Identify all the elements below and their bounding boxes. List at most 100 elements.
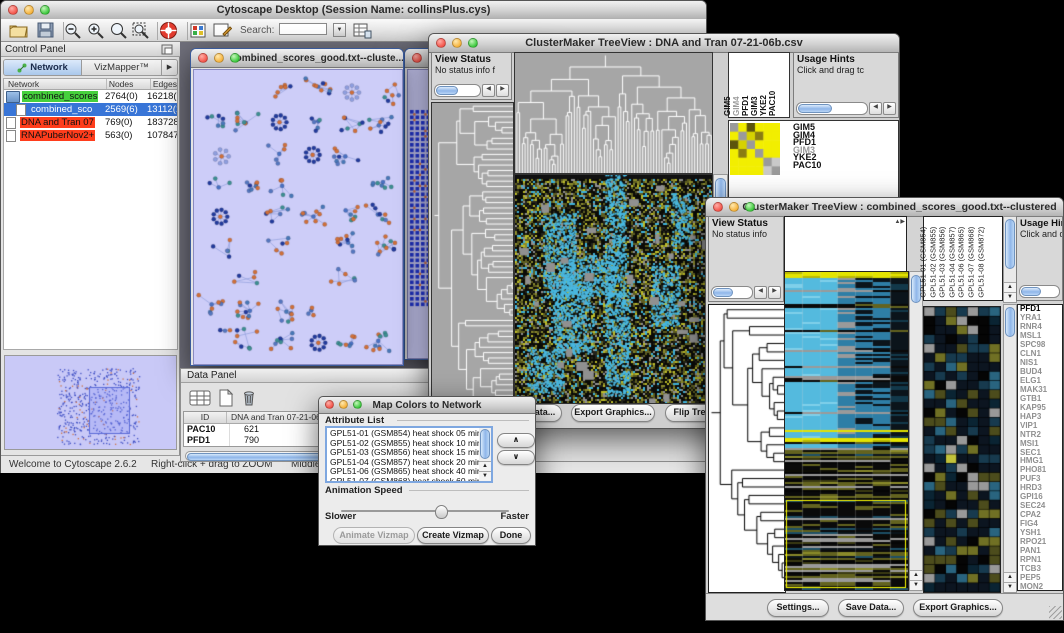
help-lifering-icon[interactable] bbox=[159, 21, 178, 40]
zoom-fit-icon[interactable] bbox=[132, 22, 150, 39]
attribute-select-icon[interactable] bbox=[189, 389, 211, 407]
tv2-genes-vscroll-thumb[interactable] bbox=[1005, 307, 1015, 337]
minimize-button[interactable] bbox=[339, 400, 348, 409]
scroll-left-icon[interactable]: ◀ bbox=[482, 84, 495, 97]
network-a-title-bar[interactable]: combined_scores_good.txt--cluste... bbox=[191, 49, 403, 68]
minimize-button[interactable] bbox=[452, 38, 462, 48]
zoom-button[interactable] bbox=[468, 38, 478, 48]
close-button[interactable] bbox=[8, 5, 18, 15]
tv1-hints-scrollbar[interactable]: ◀ ▶ bbox=[796, 102, 896, 115]
close-button[interactable] bbox=[198, 53, 208, 63]
column-label[interactable]: PAC10 bbox=[776, 52, 785, 116]
table-import-icon[interactable] bbox=[353, 22, 372, 39]
tv2-hints-scrollbar[interactable] bbox=[1019, 285, 1060, 298]
tv1-zoom-matrix-canvas[interactable] bbox=[730, 123, 780, 175]
tv2-save-data-button[interactable]: Save Data... bbox=[838, 599, 904, 617]
scroll-up-icon[interactable]: ▲ bbox=[1004, 282, 1016, 292]
animate-vizmap-button[interactable]: Animate Vizmap bbox=[333, 527, 415, 544]
tv1-column-dendrogram-canvas[interactable] bbox=[514, 52, 713, 174]
col-edges[interactable]: Edges bbox=[151, 79, 177, 89]
new-attribute-icon[interactable] bbox=[217, 389, 235, 407]
delete-attribute-icon[interactable] bbox=[241, 389, 257, 407]
tv2-global-heatmap-canvas[interactable] bbox=[784, 271, 909, 591]
tv2-settings-button[interactable]: Settings... bbox=[767, 599, 829, 617]
scroll-up-icon[interactable]: ▲ bbox=[479, 461, 491, 471]
zoom-button[interactable] bbox=[40, 5, 50, 15]
vizmapper-palette-icon[interactable] bbox=[190, 23, 206, 38]
float-panel-icon[interactable] bbox=[161, 44, 173, 55]
search-input[interactable] bbox=[279, 23, 327, 35]
treeview1-title-bar[interactable]: ClusterMaker TreeView : DNA and Tran 07-… bbox=[429, 34, 899, 53]
close-button[interactable] bbox=[713, 202, 723, 212]
minimize-button[interactable] bbox=[24, 5, 34, 15]
tv2-labels-vscroll-thumb[interactable] bbox=[1005, 219, 1015, 269]
open-file-icon[interactable] bbox=[9, 22, 28, 38]
minimize-button[interactable] bbox=[729, 202, 739, 212]
tv2-heatmap-vscrollbar[interactable]: ▲▼ bbox=[909, 271, 923, 591]
col-network[interactable]: Network bbox=[4, 79, 107, 89]
dialog-title-bar[interactable]: Map Colors to Network bbox=[319, 397, 535, 414]
scroll-right-icon[interactable]: ▶ bbox=[883, 102, 896, 115]
annotation-icon[interactable] bbox=[213, 22, 232, 39]
done-button[interactable]: Done bbox=[491, 527, 531, 544]
scroll-right-icon[interactable]: ▶ bbox=[768, 286, 781, 299]
search-dropdown-button[interactable]: ▼ bbox=[333, 23, 346, 37]
tab-overflow-arrow[interactable]: ▶ bbox=[161, 60, 177, 75]
move-up-button[interactable]: ∧ bbox=[497, 433, 535, 448]
close-button[interactable] bbox=[436, 38, 446, 48]
slider-thumb[interactable] bbox=[435, 505, 448, 519]
tab-network[interactable]: Network bbox=[4, 60, 82, 75]
scroll-left-icon[interactable]: ◀ bbox=[869, 102, 882, 115]
column-label[interactable]: GPL51-08 (GSM872) bbox=[985, 216, 995, 298]
scroll-left-icon[interactable]: ◀ bbox=[754, 286, 767, 299]
zoom-button[interactable] bbox=[745, 202, 755, 212]
gene-label[interactable]: MON2 bbox=[1020, 583, 1062, 591]
network-tree-row[interactable]: combined_sco 2569(6) 13112(15) bbox=[4, 103, 177, 116]
treeview2-title-bar[interactable]: ClusterMaker TreeView : combined_scores_… bbox=[706, 198, 1063, 217]
move-down-button[interactable]: ∨ bbox=[497, 450, 535, 465]
attribute-listbox[interactable]: GPL51-01 (GSM854) heat shock 05 minGPL51… bbox=[325, 426, 493, 483]
zoom-out-icon[interactable] bbox=[64, 22, 82, 39]
tv2-status-scrollbar[interactable]: ◀ ▶ bbox=[711, 286, 781, 299]
tv2-row-dendrogram-canvas[interactable] bbox=[708, 304, 786, 593]
zoom-button[interactable] bbox=[353, 400, 362, 409]
tv1-row-dendrogram-canvas[interactable] bbox=[431, 102, 514, 404]
minimize-button[interactable] bbox=[214, 53, 224, 63]
data-col-id[interactable]: ID bbox=[184, 412, 227, 423]
scroll-down-icon[interactable]: ▼ bbox=[479, 471, 491, 481]
tv2-zoom-heatmap-canvas[interactable] bbox=[923, 306, 1001, 593]
zoom-in-icon[interactable] bbox=[87, 22, 105, 39]
gene-label[interactable]: PAC10 bbox=[793, 162, 893, 170]
tv2-genes-vscrollbar[interactable]: ▲▼ bbox=[1003, 304, 1017, 593]
scroll-down-icon[interactable]: ▼ bbox=[1004, 292, 1016, 302]
network-tree-row[interactable]: DNA and Tran 07 769(0) 183728(0) bbox=[4, 116, 177, 129]
tv1-export-graphics-button[interactable]: Export Graphics... bbox=[571, 404, 655, 422]
zoom-selected-icon[interactable] bbox=[110, 22, 128, 39]
tv1-status-scrollbar[interactable]: ◀ ▶ bbox=[434, 84, 509, 97]
scroll-down-icon[interactable]: ▼ bbox=[1004, 582, 1016, 592]
resize-grip[interactable] bbox=[1049, 606, 1062, 619]
tab-vizmapper[interactable]: VizMapper™ bbox=[82, 60, 161, 75]
tv1-global-heatmap-canvas[interactable] bbox=[514, 174, 713, 404]
dialog-list-vscrollbar[interactable]: ▲▼ bbox=[479, 428, 491, 481]
zoom-button[interactable] bbox=[230, 53, 240, 63]
main-title-bar[interactable]: Cytoscape Desktop (Session Name: collins… bbox=[1, 1, 706, 20]
tv2-labels-vscrollbar[interactable]: ▲▼ bbox=[1003, 216, 1017, 303]
create-vizmap-button[interactable]: Create Vizmap bbox=[417, 527, 489, 544]
scroll-right-icon[interactable]: ▶ bbox=[496, 84, 509, 97]
network-a-canvas[interactable] bbox=[193, 69, 403, 365]
close-button[interactable] bbox=[412, 53, 422, 63]
scroll-down-icon[interactable]: ▼ bbox=[910, 580, 922, 590]
scroll-arrows-icon[interactable]: ▲▶ bbox=[894, 218, 905, 225]
col-nodes[interactable]: Nodes bbox=[107, 79, 151, 89]
network-tree-row[interactable]: RNAPuberNov2+ 563(0) 107847(0) bbox=[4, 129, 177, 142]
dialog-list-thumb[interactable] bbox=[480, 429, 490, 459]
animation-speed-slider[interactable] bbox=[341, 505, 509, 517]
birdseye-view-canvas[interactable] bbox=[4, 355, 177, 450]
tv2-export-graphics-button[interactable]: Export Graphics... bbox=[913, 599, 1003, 617]
attribute-list-item[interactable]: GPL51-07 (GSM868) heat shock 60 min bbox=[328, 477, 491, 483]
scroll-up-icon[interactable]: ▲ bbox=[1004, 572, 1016, 582]
close-button[interactable] bbox=[325, 400, 334, 409]
scroll-up-icon[interactable]: ▲ bbox=[910, 570, 922, 580]
network-tree-row[interactable]: combined_scores 2764(0) 16218(0) bbox=[4, 90, 177, 103]
